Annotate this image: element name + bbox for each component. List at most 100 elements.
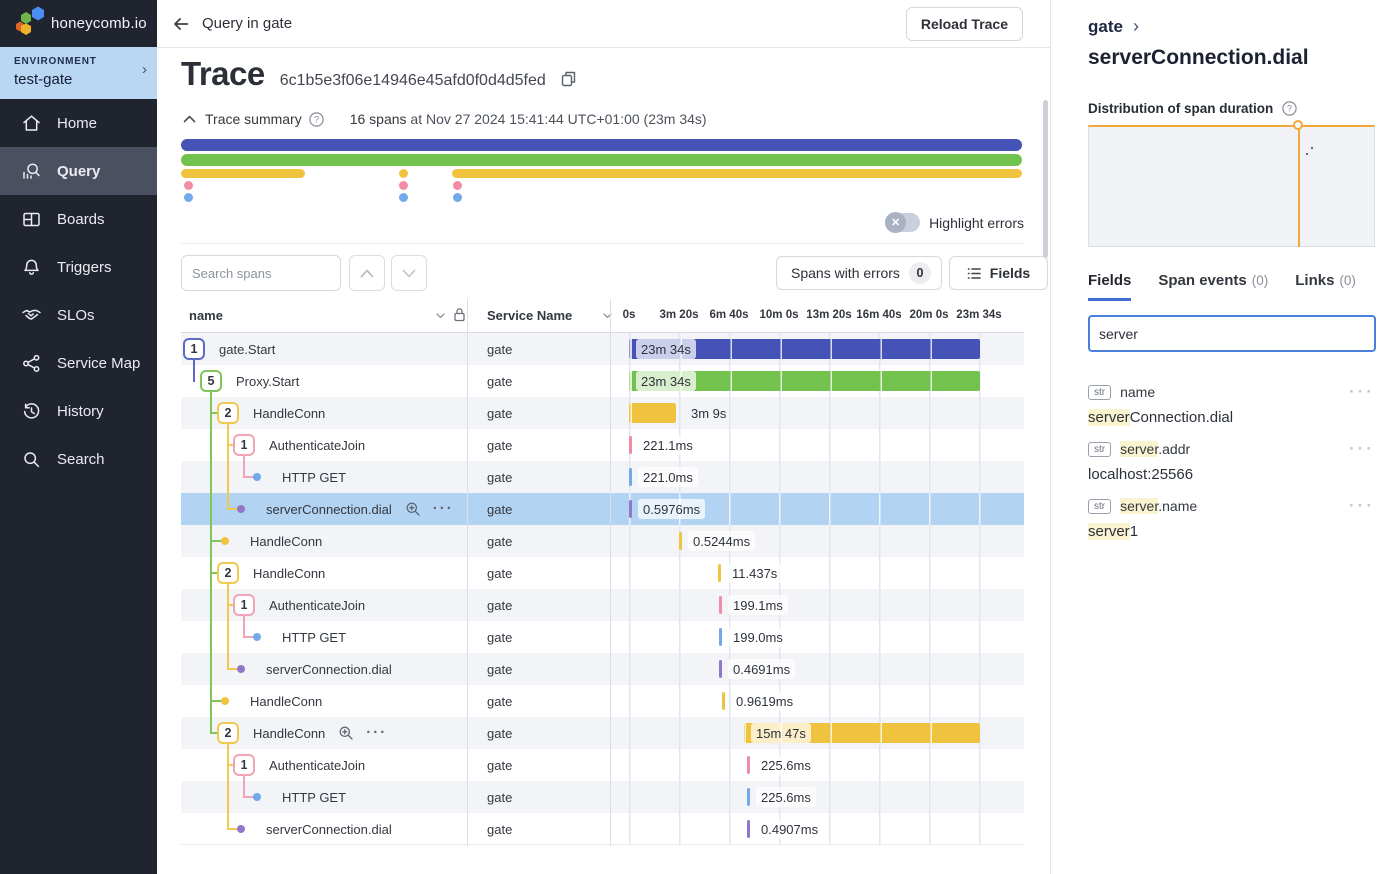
- table-row[interactable]: 0.5244msHandleConngate: [181, 525, 1024, 557]
- span-name-cell[interactable]: AuthenticateJoin: [269, 589, 365, 621]
- reload-trace-button[interactable]: Reload Trace: [906, 7, 1023, 41]
- span-duration-tick[interactable]: [747, 788, 750, 806]
- sidebar-item-service-map[interactable]: Service Map: [0, 339, 157, 387]
- table-row[interactable]: 3m 9s2HandleConngate: [181, 397, 1024, 429]
- span-duration-tick[interactable]: [719, 628, 722, 646]
- table-row[interactable]: 225.6ms1AuthenticateJoingate: [181, 749, 1024, 781]
- span-count-badge[interactable]: 5: [200, 370, 222, 392]
- sidebar-item-home[interactable]: Home: [0, 99, 157, 147]
- span-duration-tick[interactable]: [747, 756, 750, 774]
- table-row[interactable]: 0.4907msserverConnection.dialgate: [181, 813, 1024, 845]
- span-name-cell[interactable]: serverConnection.dial···: [266, 493, 454, 525]
- trace-minimap[interactable]: [181, 139, 1022, 203]
- sidebar-item-boards[interactable]: Boards: [0, 195, 157, 243]
- table-row[interactable]: 221.0msHTTP GETgate: [181, 461, 1024, 493]
- timeline-cell: 23m 34s: [617, 365, 1024, 397]
- table-row[interactable]: 0.9619msHandleConngate: [181, 685, 1024, 717]
- tab-span-events[interactable]: Span events(0): [1158, 272, 1268, 301]
- span-duration-tick[interactable]: [629, 436, 632, 454]
- span-name-cell[interactable]: HandleConn: [250, 525, 322, 557]
- span-count-badge[interactable]: 1: [233, 434, 255, 456]
- column-header-name[interactable]: name: [189, 308, 223, 323]
- copy-icon[interactable]: [561, 71, 576, 87]
- table-row[interactable]: 221.1ms1AuthenticateJoingate: [181, 429, 1024, 461]
- sidebar-item-history[interactable]: History: [0, 387, 157, 435]
- table-row[interactable]: 11.437s2HandleConngate: [181, 557, 1024, 589]
- span-name-cell[interactable]: AuthenticateJoin: [269, 429, 365, 461]
- table-row[interactable]: 23m 34s5Proxy.Startgate: [181, 365, 1024, 397]
- span-count-badge[interactable]: 2: [217, 722, 239, 744]
- span-name-cell[interactable]: HTTP GET: [282, 461, 346, 493]
- back-arrow-icon[interactable]: [172, 15, 190, 33]
- span-name-cell[interactable]: serverConnection.dial: [266, 653, 392, 685]
- span-duration-tick[interactable]: [719, 660, 722, 678]
- table-row[interactable]: 23m 34s1gate.Startgate: [181, 333, 1024, 365]
- span-duration-tick[interactable]: [679, 532, 682, 550]
- spans-with-errors-button[interactable]: Spans with errors 0: [776, 256, 942, 290]
- span-name-cell[interactable]: AuthenticateJoin: [269, 749, 365, 781]
- zoom-in-icon[interactable]: [405, 501, 421, 517]
- help-icon[interactable]: ?: [309, 112, 324, 127]
- collapse-chevron-icon[interactable]: [183, 115, 196, 123]
- zoom-in-icon[interactable]: [338, 725, 354, 741]
- sidebar-item-search[interactable]: Search: [0, 435, 157, 483]
- field-menu-icon[interactable]: ···: [1349, 502, 1375, 510]
- table-row[interactable]: 0.4691msserverConnection.dialgate: [181, 653, 1024, 685]
- search-spans-input[interactable]: [181, 255, 341, 291]
- table-row[interactable]: 0.5976msserverConnection.dial···gate: [181, 493, 1024, 525]
- field-value[interactable]: server1: [1088, 523, 1375, 540]
- environment-switcher[interactable]: ENVIRONMENT test-gate ›: [0, 47, 157, 99]
- span-name-cell[interactable]: gate.Start: [219, 333, 275, 365]
- field-menu-icon[interactable]: ···: [1349, 388, 1375, 396]
- span-count-badge[interactable]: 2: [217, 562, 239, 584]
- span-count-badge[interactable]: 1: [233, 754, 255, 776]
- honeycomb-logo[interactable]: honeycomb.io: [0, 0, 157, 47]
- span-duration-tick[interactable]: [629, 468, 632, 486]
- span-name-cell[interactable]: HandleConn···: [253, 717, 387, 749]
- trace-summary-label[interactable]: Trace summary: [205, 111, 302, 127]
- span-count-badge[interactable]: 1: [233, 594, 255, 616]
- table-row[interactable]: 225.6msHTTP GETgate: [181, 781, 1024, 813]
- span-count-badge[interactable]: 1: [183, 338, 205, 360]
- sidebar-item-triggers[interactable]: Triggers: [0, 243, 157, 291]
- help-icon[interactable]: ?: [1282, 101, 1297, 116]
- breadcrumb-service[interactable]: gate: [1088, 17, 1123, 37]
- table-row[interactable]: 15m 47s2HandleConn···gate: [181, 717, 1024, 749]
- span-name-cell[interactable]: HTTP GET: [282, 621, 346, 653]
- column-header-service[interactable]: Service Name: [487, 308, 572, 323]
- sort-chevron-icon[interactable]: [436, 313, 445, 319]
- fields-button[interactable]: Fields: [949, 256, 1048, 290]
- next-match-button[interactable]: [391, 255, 427, 291]
- span-name-cell[interactable]: HandleConn: [253, 557, 325, 589]
- span-duration-histogram[interactable]: [1088, 125, 1375, 247]
- ellipsis-icon[interactable]: ···: [433, 504, 454, 514]
- table-row[interactable]: 199.0msHTTP GETgate: [181, 621, 1024, 653]
- field-search-input[interactable]: [1088, 315, 1376, 352]
- tab-fields[interactable]: Fields: [1088, 272, 1131, 301]
- span-name-cell[interactable]: serverConnection.dial: [266, 813, 392, 845]
- span-name-cell[interactable]: HandleConn: [253, 397, 325, 429]
- span-count-badge[interactable]: 2: [217, 402, 239, 424]
- span-name-cell[interactable]: Proxy.Start: [236, 365, 299, 397]
- scrollbar-thumb[interactable]: [1043, 100, 1048, 258]
- sidebar-item-query[interactable]: Query: [0, 147, 157, 195]
- tab-links[interactable]: Links(0): [1295, 272, 1356, 301]
- span-duration-tick[interactable]: [722, 692, 725, 710]
- span-duration-tick[interactable]: [629, 500, 632, 518]
- span-name-cell[interactable]: HandleConn: [250, 685, 322, 717]
- table-row[interactable]: 199.1ms1AuthenticateJoingate: [181, 589, 1024, 621]
- field-value[interactable]: localhost:25566: [1088, 466, 1375, 483]
- span-duration-tick[interactable]: [718, 564, 721, 582]
- field-value[interactable]: serverConnection.dial: [1088, 409, 1375, 426]
- sidebar-item-slos[interactable]: SLOs: [0, 291, 157, 339]
- ellipsis-icon[interactable]: ···: [366, 728, 387, 738]
- span-duration-tick[interactable]: [747, 820, 750, 838]
- span-name: HandleConn: [250, 694, 322, 709]
- span-duration-bar[interactable]: [629, 403, 676, 423]
- field-menu-icon[interactable]: ···: [1349, 445, 1375, 453]
- duration-label: 221.0ms: [638, 467, 698, 487]
- span-name-cell[interactable]: HTTP GET: [282, 781, 346, 813]
- highlight-errors-toggle[interactable]: ✕: [885, 213, 920, 232]
- span-duration-tick[interactable]: [719, 596, 722, 614]
- prev-match-button[interactable]: [349, 255, 385, 291]
